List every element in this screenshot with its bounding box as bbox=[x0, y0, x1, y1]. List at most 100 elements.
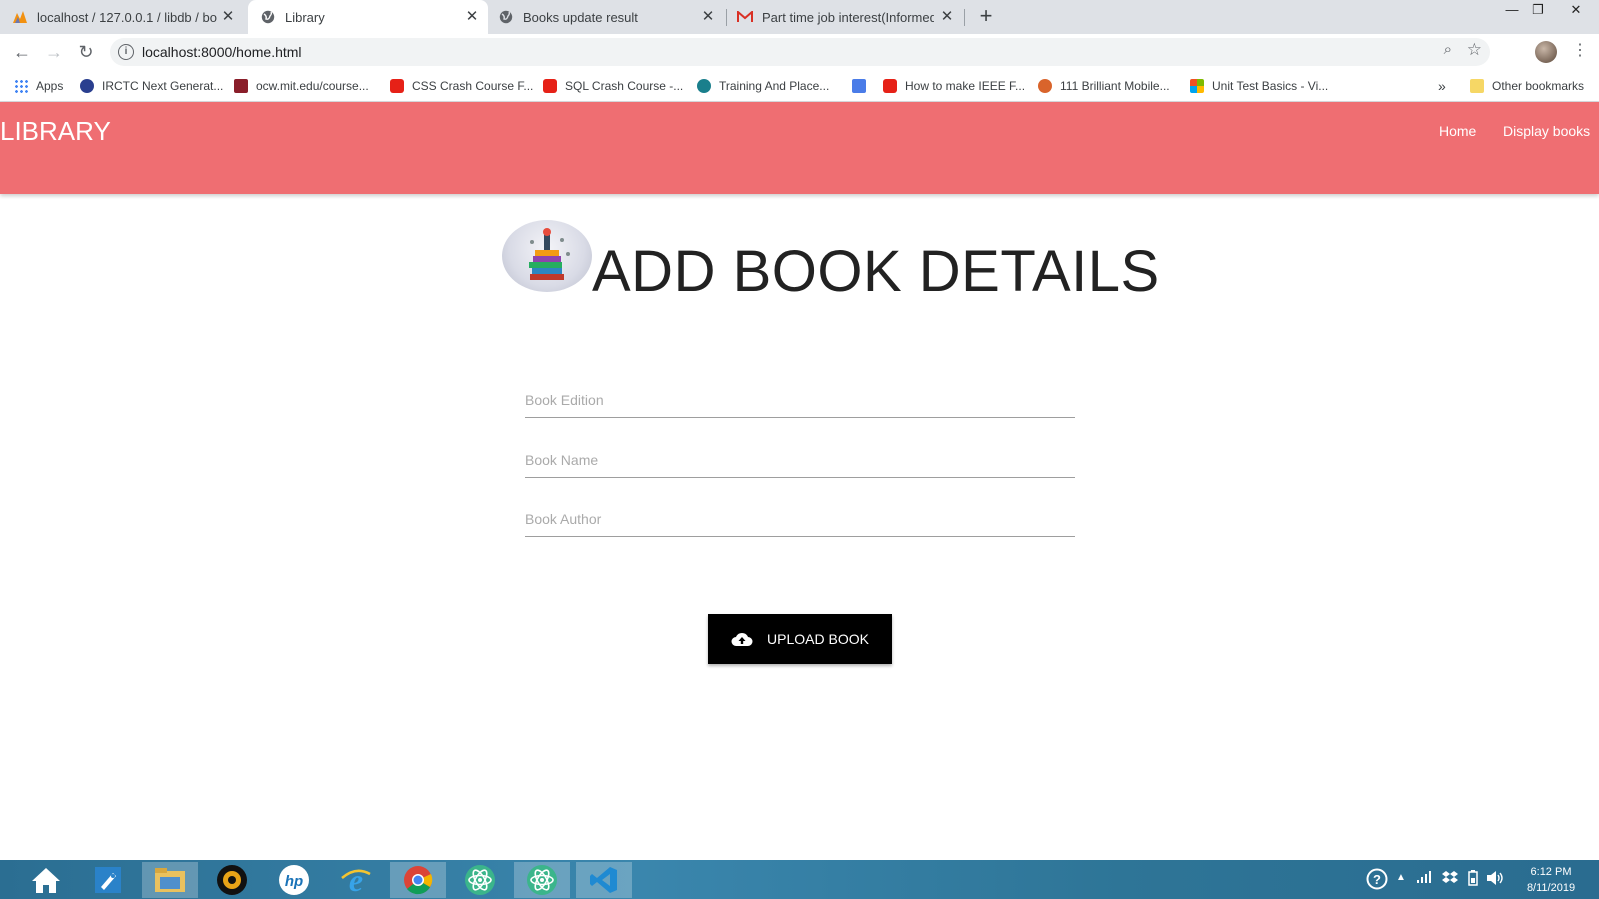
bookmark-star-icon[interactable]: ☆ bbox=[1467, 40, 1482, 60]
cloud-upload-icon bbox=[731, 631, 753, 647]
site-navbar: LIBRARY Home Display books bbox=[0, 102, 1599, 194]
youtube-icon bbox=[543, 79, 557, 93]
internet-explorer-icon[interactable]: e bbox=[328, 862, 384, 898]
apps-grid-icon bbox=[14, 79, 28, 93]
book-author-input[interactable] bbox=[525, 497, 1075, 535]
back-icon[interactable]: ← bbox=[10, 40, 34, 64]
bookmark-label: CSS Crash Course F... bbox=[412, 79, 534, 93]
url-text[interactable]: localhost:8000/home.html bbox=[142, 44, 302, 60]
site-icon bbox=[1038, 79, 1052, 93]
tab-library[interactable]: Library ✕ bbox=[248, 0, 488, 34]
bookmark-css-crash[interactable]: CSS Crash Course F... bbox=[390, 78, 533, 94]
book-name-field[interactable] bbox=[525, 438, 1075, 478]
tab-phpmyadmin[interactable]: localhost / 127.0.0.1 / libdb / boo ✕ bbox=[12, 0, 244, 34]
reload-icon[interactable]: ↻ bbox=[74, 40, 98, 64]
tab-title: localhost / 127.0.0.1 / libdb / boo bbox=[37, 9, 217, 25]
bookmark-mit[interactable]: ocw.mit.edu/course... bbox=[234, 78, 369, 94]
tab-gmail[interactable]: Part time job interest(Informed b ✕ bbox=[737, 0, 963, 34]
microsoft-icon bbox=[1190, 79, 1204, 93]
restore-icon[interactable]: ❐ bbox=[1518, 2, 1558, 22]
close-tab-icon[interactable]: ✕ bbox=[464, 9, 480, 25]
bookmark-label: Unit Test Basics - Vi... bbox=[1212, 79, 1329, 93]
bookmark-label: SQL Crash Course -... bbox=[565, 79, 684, 93]
close-tab-icon[interactable]: ✕ bbox=[939, 9, 955, 25]
svg-text:?: ? bbox=[1373, 872, 1381, 887]
bookmark-apps[interactable]: Apps bbox=[14, 78, 63, 94]
books-logo-icon bbox=[502, 220, 592, 292]
network-icon[interactable] bbox=[1416, 870, 1432, 887]
tab-books-update[interactable]: Books update result ✕ bbox=[498, 0, 724, 34]
irctc-icon bbox=[80, 79, 94, 93]
close-window-icon[interactable]: ✕ bbox=[1556, 2, 1596, 22]
docs-icon bbox=[852, 79, 866, 93]
bookmark-ieee[interactable]: How to make IEEE F... bbox=[883, 78, 1025, 94]
globe-icon bbox=[498, 9, 514, 25]
book-edition-field[interactable] bbox=[525, 378, 1075, 418]
bookmark-brilliant-mobile[interactable]: 111 Brilliant Mobile... bbox=[1038, 78, 1170, 94]
media-player-icon[interactable] bbox=[204, 862, 260, 898]
mit-icon bbox=[234, 79, 248, 93]
bookmark-label: IRCTC Next Generat... bbox=[102, 79, 224, 93]
book-author-field[interactable] bbox=[525, 497, 1075, 537]
close-tab-icon[interactable]: ✕ bbox=[220, 9, 236, 25]
bookmark-sql-crash[interactable]: SQL Crash Course -... bbox=[543, 78, 683, 94]
profile-avatar[interactable] bbox=[1535, 41, 1557, 63]
volume-icon[interactable] bbox=[1486, 870, 1504, 889]
bookmark-irctc[interactable]: IRCTC Next Generat... bbox=[80, 78, 223, 94]
brand-logo[interactable]: LIBRARY bbox=[0, 116, 111, 147]
bookmark-label: How to make IEEE F... bbox=[905, 79, 1026, 93]
bookmarks-overflow-icon[interactable]: » bbox=[1438, 78, 1446, 94]
address-bar[interactable]: i localhost:8000/home.html ⌕ ☆ bbox=[110, 38, 1490, 66]
tab-title: Library bbox=[285, 9, 325, 25]
help-icon[interactable]: ? bbox=[1366, 868, 1388, 893]
tray-overflow-icon[interactable]: ▲ bbox=[1396, 872, 1406, 883]
home-icon[interactable] bbox=[18, 862, 74, 898]
vscode-icon[interactable] bbox=[576, 862, 632, 898]
nav-display-books-link[interactable]: Display books bbox=[1503, 123, 1590, 139]
windows-taskbar: hp e ? ▲ 6:12 PM 8/11/2019 bbox=[0, 860, 1599, 899]
tab-separator bbox=[964, 9, 965, 26]
hp-icon[interactable]: hp bbox=[266, 862, 322, 898]
globe-icon bbox=[697, 79, 711, 93]
phpmyadmin-icon bbox=[12, 9, 28, 25]
bookmark-label: 111 Brilliant Mobile... bbox=[1060, 79, 1170, 93]
upload-book-button[interactable]: UPLOAD BOOK bbox=[708, 614, 892, 664]
bookmark-unit-test[interactable]: Unit Test Basics - Vi... bbox=[1190, 78, 1328, 94]
tab-separator bbox=[726, 9, 727, 26]
taskbar-clock[interactable]: 6:12 PM 8/11/2019 bbox=[1516, 864, 1586, 896]
tab-strip: localhost / 127.0.0.1 / libdb / boo ✕ Li… bbox=[0, 0, 1599, 34]
file-explorer-icon[interactable] bbox=[142, 862, 198, 898]
bookmark-training[interactable]: Training And Place... bbox=[697, 78, 829, 94]
clock-time: 6:12 PM bbox=[1530, 866, 1572, 878]
info-icon[interactable]: i bbox=[118, 44, 134, 60]
youtube-icon bbox=[390, 79, 404, 93]
clock-date: 8/11/2019 bbox=[1526, 882, 1576, 894]
rocket-icon[interactable] bbox=[80, 862, 136, 898]
book-edition-input[interactable] bbox=[525, 378, 1075, 416]
upload-book-label: UPLOAD BOOK bbox=[767, 631, 869, 647]
atom-icon[interactable] bbox=[514, 862, 570, 898]
tab-title: Books update result bbox=[523, 9, 638, 25]
svg-text:hp: hp bbox=[285, 873, 303, 890]
nav-home-link[interactable]: Home bbox=[1439, 123, 1476, 139]
close-tab-icon[interactable]: ✕ bbox=[700, 9, 716, 25]
globe-icon bbox=[260, 9, 276, 25]
svg-text:e: e bbox=[349, 864, 363, 896]
menu-icon[interactable]: ⋮ bbox=[1572, 40, 1588, 60]
forward-icon[interactable]: → bbox=[42, 40, 66, 64]
book-name-input[interactable] bbox=[525, 438, 1075, 476]
dropbox-icon[interactable] bbox=[1442, 870, 1458, 887]
bookmarks-bar: Apps IRCTC Next Generat... ocw.mit.edu/c… bbox=[0, 70, 1599, 102]
bookmark-docs[interactable] bbox=[852, 78, 874, 94]
folder-icon bbox=[1470, 79, 1484, 93]
bookmark-label: ocw.mit.edu/course... bbox=[256, 79, 369, 93]
battery-icon[interactable] bbox=[1468, 870, 1478, 889]
zoom-icon[interactable]: ⌕ bbox=[1444, 41, 1452, 58]
new-tab-button[interactable]: + bbox=[974, 5, 998, 29]
bookmark-label: Apps bbox=[36, 79, 64, 93]
bookmark-other[interactable]: Other bookmarks bbox=[1470, 78, 1584, 94]
chrome-icon[interactable] bbox=[390, 862, 446, 898]
tab-title: Part time job interest(Informed b bbox=[762, 9, 934, 25]
bookmark-label: Training And Place... bbox=[719, 79, 830, 93]
atom-icon[interactable] bbox=[452, 862, 508, 898]
